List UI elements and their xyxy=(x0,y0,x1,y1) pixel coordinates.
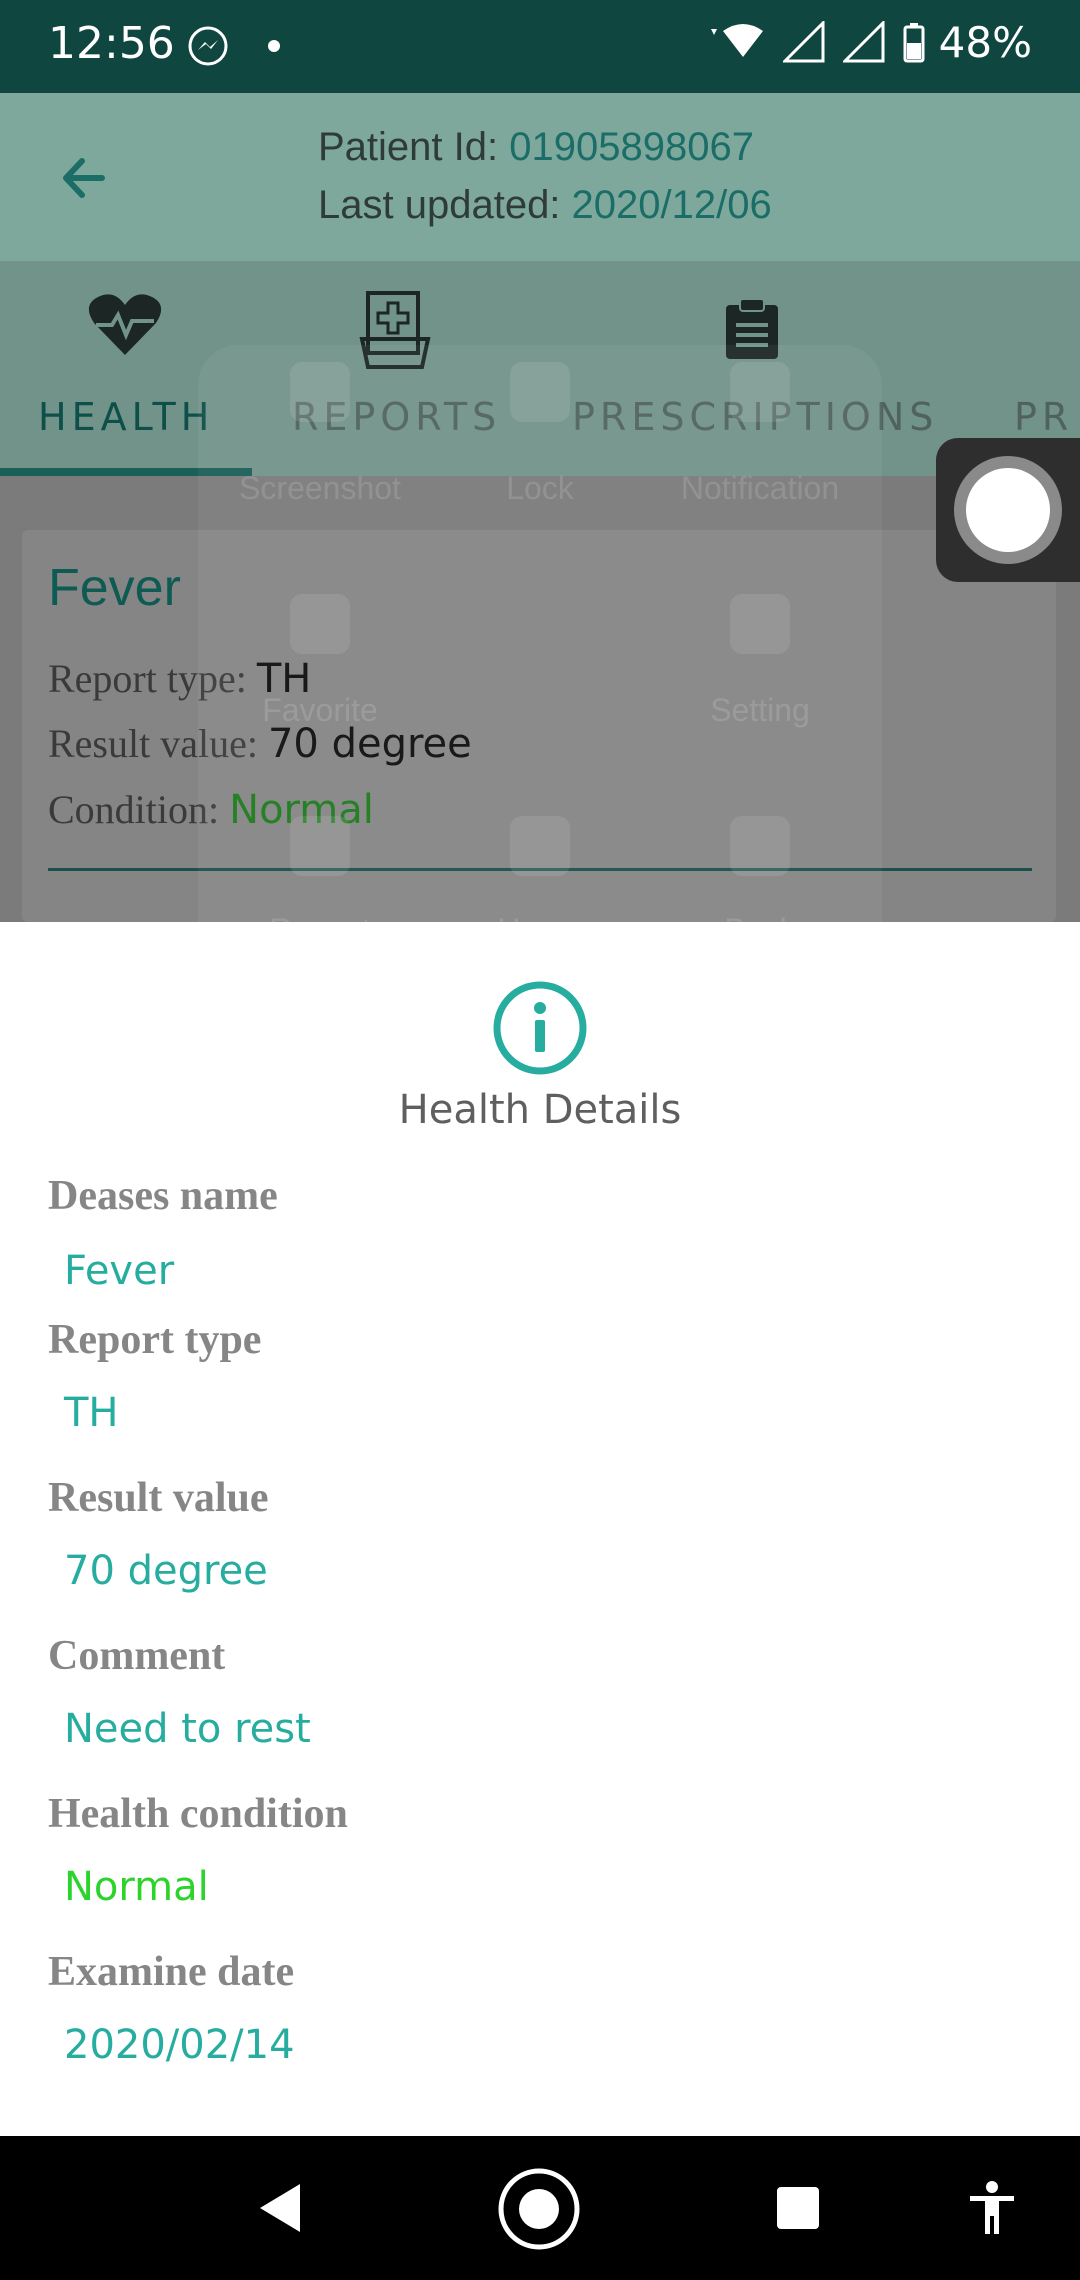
field-value-report-type: TH xyxy=(64,1390,119,1436)
navigation-bar xyxy=(0,2136,1080,2280)
field-label-examine-date: Examine date xyxy=(48,1949,295,1995)
back-icon xyxy=(730,816,790,876)
screenshot-icon xyxy=(290,362,350,422)
patient-id-label: Patient Id: xyxy=(318,125,499,169)
home-icon xyxy=(510,816,570,876)
status-icons: 48% xyxy=(709,18,1032,67)
battery-percent: 48% xyxy=(938,18,1032,67)
star-icon xyxy=(290,594,350,654)
nav-recents-icon[interactable] xyxy=(776,2186,820,2230)
gear-icon xyxy=(730,594,790,654)
quick-menu-lock[interactable]: Lock xyxy=(440,470,640,507)
tab-more-label: PR xyxy=(1014,395,1074,439)
field-label-report-type: Report type xyxy=(48,1317,262,1363)
app-header: Patient Id: 01905898067 Last updated: 20… xyxy=(0,93,1080,261)
quick-menu-favorite[interactable]: Favorite xyxy=(220,692,420,729)
field-value-comment: Need to rest xyxy=(64,1706,311,1752)
quick-menu-notification[interactable]: Notification xyxy=(660,470,860,507)
card-title: Fever xyxy=(48,559,181,617)
assistive-center xyxy=(966,468,1050,552)
status-bar: 12:56 48% xyxy=(0,0,1080,93)
tab-health-label: HEALTH xyxy=(38,395,215,439)
battery-icon xyxy=(903,22,925,62)
assistive-touch-button[interactable] xyxy=(936,438,1080,582)
field-value-result-value: 70 degree xyxy=(64,1548,268,1594)
field-label-disease: Deases name xyxy=(48,1173,278,1219)
field-value-disease: Fever xyxy=(64,1248,175,1294)
sheet-title: Health Details xyxy=(398,1087,682,1133)
accessibility-icon[interactable] xyxy=(968,2180,1016,2236)
field-value-health-condition: Normal xyxy=(64,1864,209,1910)
messenger-icon xyxy=(188,26,228,66)
health-details-sheet: Health Details Deases name Fever Report … xyxy=(0,922,1080,2136)
card-condition-label: Condition: xyxy=(48,787,220,832)
dot-icon xyxy=(268,40,280,52)
heartbeat-icon xyxy=(88,294,162,355)
field-label-comment: Comment xyxy=(48,1633,226,1679)
lock-icon xyxy=(510,362,570,422)
recent-icon xyxy=(290,816,350,876)
last-updated-value: 2020/12/06 xyxy=(571,183,772,227)
last-updated-line: Last updated: 2020/12/06 xyxy=(318,183,772,228)
field-value-examine-date: 2020/02/14 xyxy=(64,2022,295,2068)
info-icon xyxy=(493,981,587,1075)
patient-id-value: 01905898067 xyxy=(509,125,754,169)
notification-icon xyxy=(730,362,790,422)
back-arrow-icon[interactable] xyxy=(52,143,122,213)
quick-menu-setting[interactable]: Setting xyxy=(660,692,860,729)
wifi-icon xyxy=(710,23,763,57)
quick-menu-screenshot[interactable]: Screenshot xyxy=(220,470,420,507)
nav-back-icon[interactable] xyxy=(256,2182,304,2234)
patient-id-line: Patient Id: 01905898067 xyxy=(318,125,754,170)
last-updated-label: Last updated: xyxy=(318,183,561,227)
signal-icon xyxy=(782,20,825,62)
field-label-result-value: Result value xyxy=(48,1475,269,1521)
nav-home-icon[interactable] xyxy=(496,2166,582,2252)
field-label-health-condition: Health condition xyxy=(48,1791,348,1837)
signal-icon-2 xyxy=(842,20,885,62)
quick-menu-overlay xyxy=(198,345,882,995)
status-time: 12:56 xyxy=(48,18,175,69)
